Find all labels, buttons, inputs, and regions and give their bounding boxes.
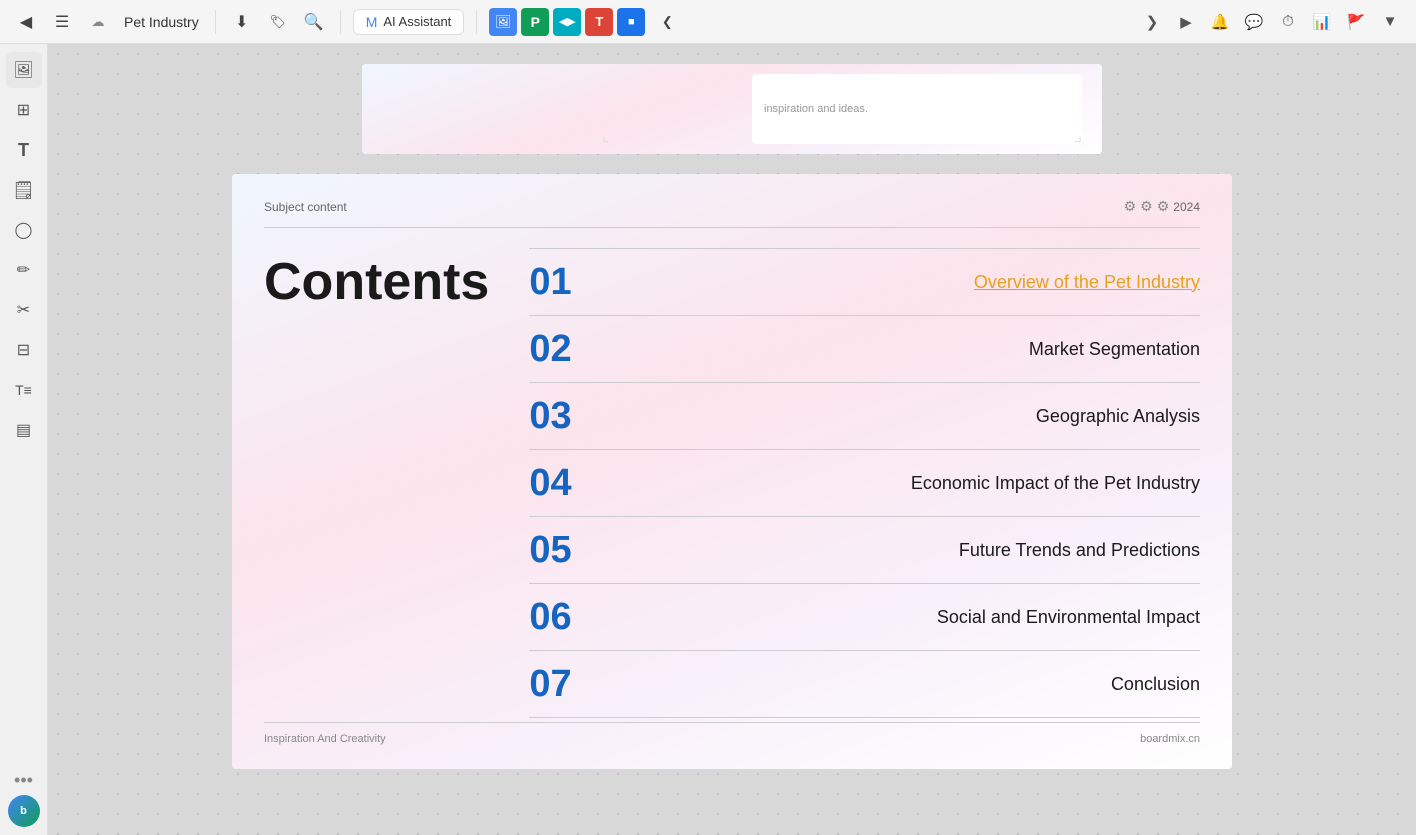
contents-title: Contents (264, 248, 489, 718)
contents-item-3[interactable]: 03 Geographic Analysis (529, 383, 1200, 450)
slide-header: Subject content ⚙ ⚙ ⚙ 2024 (264, 198, 1200, 228)
tab-icon-2[interactable]: P (521, 8, 549, 36)
sidebar-grid-icon[interactable]: ⊞ (6, 92, 42, 128)
slide-content: Subject content ⚙ ⚙ ⚙ 2024 Contents 01 (232, 174, 1232, 769)
sidebar-gallery-icon[interactable]: 🖼 (6, 52, 42, 88)
contents-item-7[interactable]: 07 Conclusion (529, 651, 1200, 718)
tab-icon-1[interactable]: 🖼 (489, 8, 517, 36)
item-number-6: 06 (529, 598, 599, 636)
ai-assistant-button[interactable]: M AI Assistant (353, 9, 465, 35)
tab-icons-group: 🖼 P ◀▶ T ■ (489, 8, 645, 36)
separator-1 (215, 10, 216, 34)
notification-button[interactable]: 🔔 (1206, 8, 1234, 36)
contents-layout: Contents 01 Overview of the Pet Industry… (264, 248, 1200, 718)
slide-year-icons: ⚙ ⚙ ⚙ 2024 (1124, 198, 1200, 215)
preview-text: inspiration and ideas. (764, 103, 868, 115)
preview-corner-tl: ⌞ (602, 126, 610, 146)
item-number-5: 05 (529, 531, 599, 569)
tag-button[interactable]: 🏷 (264, 8, 292, 36)
sidebar-more-dots[interactable]: ••• (14, 770, 33, 791)
toolbar-right: ❯ ▶ 🔔 💬 ⏱ 📊 🚩 ▼ (1138, 8, 1404, 36)
slide-footer: Inspiration And Creativity boardmix.cn (264, 722, 1200, 745)
document-title: Pet Industry (124, 14, 199, 30)
flag-button[interactable]: 🚩 (1342, 8, 1370, 36)
slide-year: 2024 (1173, 200, 1200, 214)
toolbar: ◀ ☰ ☁ Pet Industry ⬇ 🏷 🔍 M AI Assistant … (0, 0, 1416, 44)
chart-button[interactable]: 📊 (1308, 8, 1336, 36)
contents-item-4[interactable]: 04 Economic Impact of the Pet Industry (529, 450, 1200, 517)
more-button[interactable]: ▼ (1376, 8, 1404, 36)
item-label-6: Social and Environmental Impact (937, 607, 1200, 628)
next-page-button[interactable]: ❯ (1138, 8, 1166, 36)
item-label-7: Conclusion (1111, 674, 1200, 695)
sidebar-table-icon[interactable]: ⊟ (6, 332, 42, 368)
tab-icon-5[interactable]: ■ (617, 8, 645, 36)
sidebar-pen-icon[interactable]: ✏ (6, 252, 42, 288)
sidebar-note-icon[interactable]: 🗒 (6, 172, 42, 208)
item-label-1: Overview of the Pet Industry (974, 272, 1200, 293)
preview-card: inspiration and ideas. ⌞ ⌟ (362, 64, 1102, 154)
main-layout: 🖼 ⊞ T 🗒 ◯ ✏ ✂ ⊟ T≡ ▤ ••• b inspiration a… (0, 44, 1416, 835)
collapse-tabs-button[interactable]: ❮ (653, 8, 681, 36)
contents-item-6[interactable]: 06 Social and Environmental Impact (529, 584, 1200, 651)
contents-item-2[interactable]: 02 Market Segmentation (529, 316, 1200, 383)
sidebar-text-list-icon[interactable]: T≡ (6, 372, 42, 408)
sidebar-shape-icon[interactable]: ◯ (6, 212, 42, 248)
tab-icon-3[interactable]: ◀▶ (553, 8, 581, 36)
gear-icon-1: ⚙ (1124, 198, 1137, 215)
ai-label: AI Assistant (383, 14, 451, 29)
item-number-7: 07 (529, 665, 599, 703)
preview-corner-br: ⌟ (1075, 126, 1083, 146)
menu-button[interactable]: ☰ (48, 8, 76, 36)
cloud-button[interactable]: ☁ (84, 8, 112, 36)
footer-left: Inspiration And Creativity (264, 733, 386, 745)
sidebar-layout-icon[interactable]: ▤ (6, 412, 42, 448)
sidebar-scissors-icon[interactable]: ✂ (6, 292, 42, 328)
sidebar-avatar[interactable]: b (8, 795, 40, 827)
item-label-2: Market Segmentation (1029, 339, 1200, 360)
separator-2 (340, 10, 341, 34)
back-button[interactable]: ◀ (12, 8, 40, 36)
left-sidebar: 🖼 ⊞ T 🗒 ◯ ✏ ✂ ⊟ T≡ ▤ ••• b (0, 44, 48, 835)
item-label-4: Economic Impact of the Pet Industry (911, 473, 1200, 494)
download-button[interactable]: ⬇ (228, 8, 256, 36)
slide-subject: Subject content (264, 200, 347, 214)
footer-right: boardmix.cn (1140, 733, 1200, 745)
avatar-initials: b (20, 805, 27, 817)
tab-icon-4[interactable]: T (585, 8, 613, 36)
sidebar-text-icon[interactable]: T (6, 132, 42, 168)
item-number-4: 04 (529, 464, 599, 502)
canvas-area[interactable]: inspiration and ideas. ⌞ ⌟ Subject conte… (48, 44, 1416, 835)
item-label-3: Geographic Analysis (1036, 406, 1200, 427)
timer-button[interactable]: ⏱ (1274, 8, 1302, 36)
document-slide: Subject content ⚙ ⚙ ⚙ 2024 Contents 01 (232, 174, 1232, 769)
separator-3 (476, 10, 477, 34)
ai-icon: M (366, 14, 378, 30)
chat-button[interactable]: 💬 (1240, 8, 1268, 36)
gear-icon-3: ⚙ (1157, 198, 1170, 215)
preview-overlay: inspiration and ideas. (752, 74, 1082, 144)
item-number-3: 03 (529, 397, 599, 435)
gear-icon-2: ⚙ (1140, 198, 1153, 215)
search-button[interactable]: 🔍 (300, 8, 328, 36)
item-number-1: 01 (529, 263, 599, 301)
item-label-5: Future Trends and Predictions (959, 540, 1200, 561)
item-number-2: 02 (529, 330, 599, 368)
contents-item-1[interactable]: 01 Overview of the Pet Industry (529, 248, 1200, 316)
contents-list: 01 Overview of the Pet Industry 02 Marke… (529, 248, 1200, 718)
present-button[interactable]: ▶ (1172, 8, 1200, 36)
contents-item-5[interactable]: 05 Future Trends and Predictions (529, 517, 1200, 584)
